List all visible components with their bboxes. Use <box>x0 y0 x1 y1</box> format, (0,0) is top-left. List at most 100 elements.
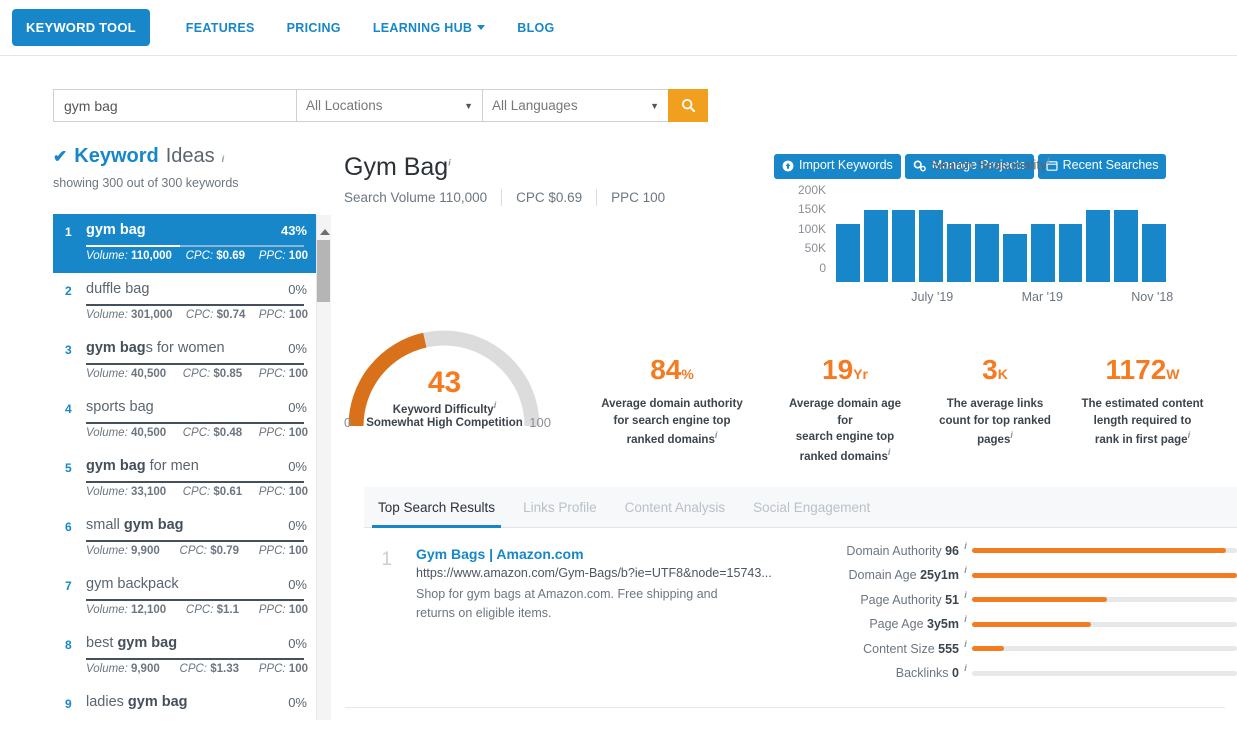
info-icon[interactable]: i <box>222 154 225 164</box>
chart-bar <box>1114 210 1139 282</box>
language-select-value: All Languages <box>492 98 578 113</box>
info-icon[interactable]: i <box>1047 156 1050 166</box>
tab-top-search-results[interactable]: Top Search Results <box>364 500 509 528</box>
result-url: https://www.amazon.com/Gym-Bags/b?ie=UTF… <box>416 566 772 580</box>
chart-bar <box>947 223 972 282</box>
info-icon[interactable]: i <box>964 565 967 575</box>
keyword-list-item[interactable]: 3 gym bags for women 0% Volume: 40,500 C… <box>53 332 316 391</box>
result-metric-bar <box>972 670 1237 676</box>
keyword-list-item[interactable]: 1 gym bag 43% Volume: 110,000 CPC: $0.69… <box>53 214 316 273</box>
keyword-ideas-title: ✔ Keyword Ideas i <box>53 145 332 168</box>
keyword-stats: Volume: 40,500 CPC: $0.48 PPC: 100 <box>86 427 308 439</box>
keyword-ideas-list[interactable]: 1 gym bag 43% Volume: 110,000 CPC: $0.69… <box>53 214 316 745</box>
brand-keyword-tool-button[interactable]: KEYWORD TOOL <box>12 9 150 46</box>
keyword-volume: Volume: 40,500 <box>86 427 167 439</box>
info-icon[interactable]: i <box>964 590 967 600</box>
keyword-list-item[interactable]: 9 ladies gym bag 0% <box>53 686 316 745</box>
stat-card: 1172W The estimated content length requir… <box>1055 356 1230 449</box>
keyword-difficulty-description: Somewhat High Competition <box>366 417 523 429</box>
info-icon[interactable]: i <box>888 447 891 457</box>
chart-bar <box>919 210 944 282</box>
top-navigation-bar: KEYWORD TOOL FEATURES PRICING LEARNING H… <box>0 0 1237 56</box>
keyword-rank: 4 <box>65 402 72 416</box>
nav-link-pricing[interactable]: PRICING <box>271 21 357 35</box>
info-icon[interactable]: i <box>1010 430 1013 440</box>
nav-link-pricing-label: PRICING <box>286 20 341 35</box>
keyword-stats: Volume: 9,900 CPC: $1.33 PPC: 100 <box>86 663 308 675</box>
analysis-tabs[interactable]: Top Search Results Links Profile Content A… <box>364 487 1237 528</box>
keyword-volume: Volume: 40,500 <box>86 368 167 380</box>
result-metric-row: Backlinks 0 i <box>819 663 1237 684</box>
chevron-down-icon: ▼ <box>650 100 659 111</box>
keyword-list-item[interactable]: 6 small gym bag 0% Volume: 9,900 CPC: $0… <box>53 509 316 568</box>
stat-value: 84% <box>650 354 694 385</box>
keyword-list-item[interactable]: 2 duffle bag 0% Volume: 301,000 CPC: $0.… <box>53 273 316 332</box>
info-icon[interactable]: i <box>964 663 967 673</box>
result-metric-row: Page Authority 51 i <box>819 589 1237 610</box>
result-metric-bar <box>972 646 1237 651</box>
nav-link-blog[interactable]: BLOG <box>501 21 570 35</box>
keyword-rank: 2 <box>65 284 72 298</box>
keyword-ppc: PPC: 100 <box>258 545 308 557</box>
tab-links-profile[interactable]: Links Profile <box>509 500 611 527</box>
chart-y-axis-labels: 200K 150K 100K 50K 0 <box>780 183 826 280</box>
seasonality-chart-title-text: Search Seasonality <box>930 157 1047 173</box>
search-submit-button[interactable] <box>668 89 708 122</box>
info-icon[interactable]: i <box>964 639 967 649</box>
info-icon[interactable]: i <box>1188 430 1191 440</box>
keyword-list-item[interactable]: 7 gym backpack 0% Volume: 12,100 CPC: $1… <box>53 568 316 627</box>
keyword-stats: Volume: 301,000 CPC: $0.74 PPC: 100 <box>86 309 308 321</box>
result-metric-bar <box>972 621 1237 627</box>
info-icon[interactable]: i <box>494 400 497 410</box>
keyword-term: sports bag <box>86 399 154 415</box>
result-metric-row: Domain Age 25y1m i <box>819 565 1237 586</box>
scroll-up-arrow-icon[interactable] <box>320 229 330 235</box>
stat-unit: Yr <box>853 366 868 382</box>
result-metric-row: Content Size 555 i <box>819 638 1237 659</box>
gauge-max-value: 100 <box>529 415 551 430</box>
stat-unit: K <box>997 366 1008 382</box>
keyword-percent: 0% <box>288 695 307 710</box>
nav-link-features[interactable]: FEATURES <box>170 21 271 35</box>
keyword-rank: 6 <box>65 520 72 534</box>
result-metric-label: Domain Age 25y1m <box>848 568 959 582</box>
tab-social-engagement[interactable]: Social Engagement <box>739 500 884 527</box>
stat-description: The estimated content length required to r… <box>1081 398 1204 447</box>
keyword-cpc: CPC: $0.69 <box>185 250 246 262</box>
nav-link-learning-hub[interactable]: LEARNING HUB <box>357 21 501 35</box>
keyword-rank: 8 <box>65 638 72 652</box>
keyword-term: ladies gym bag <box>86 694 188 710</box>
keyword-relevance-bar <box>86 363 304 365</box>
keyword-relevance-bar <box>86 422 304 424</box>
stat-unit: % <box>681 366 694 382</box>
location-select-value: All Locations <box>306 98 383 113</box>
stat-value: 3K <box>982 354 1008 385</box>
stat-description: The average links count for top ranked pag… <box>939 398 1051 447</box>
result-title-link[interactable]: Gym Bags | Amazon.com <box>416 546 584 562</box>
info-icon[interactable]: i <box>448 158 451 168</box>
chart-bar <box>975 223 999 282</box>
result-rank: 1 <box>381 549 392 570</box>
stat-card: 3K The average links count for top ranked… <box>930 356 1060 449</box>
keyword-list-item[interactable]: 8 best gym bag 0% Volume: 9,900 CPC: $1.… <box>53 627 316 686</box>
stat-unit: W <box>1166 366 1180 382</box>
result-metric-row: Page Age 3y5m i <box>819 614 1237 635</box>
location-select[interactable]: All Locations ▼ <box>296 89 482 122</box>
keyword-ppc: PPC: 100 <box>258 427 308 439</box>
meta-cpc: CPC $0.69 <box>516 190 583 205</box>
keyword-search-input[interactable] <box>53 89 296 122</box>
tab-content-analysis[interactable]: Content Analysis <box>611 500 740 527</box>
keyword-relevance-bar <box>86 540 304 542</box>
keyword-ppc: PPC: 100 <box>258 604 308 616</box>
language-select[interactable]: All Languages ▼ <box>482 89 668 122</box>
stat-card: 19Yr Average domain age for search engine … <box>760 356 930 466</box>
info-icon[interactable]: i <box>964 614 967 624</box>
keyword-cpc: CPC: $0.85 <box>182 368 243 380</box>
stat-card: 84% Average domain authority for search e… <box>584 356 760 449</box>
nav-link-learning-hub-label: LEARNING HUB <box>372 20 473 35</box>
sidebar-scrollbar-thumb[interactable] <box>317 240 330 302</box>
keyword-list-item[interactable]: 4 sports bag 0% Volume: 40,500 CPC: $0.4… <box>53 391 316 450</box>
keyword-list-item[interactable]: 5 gym bag for men 0% Volume: 33,100 CPC:… <box>53 450 316 509</box>
info-icon[interactable]: i <box>964 541 967 551</box>
info-icon[interactable]: i <box>715 430 718 440</box>
